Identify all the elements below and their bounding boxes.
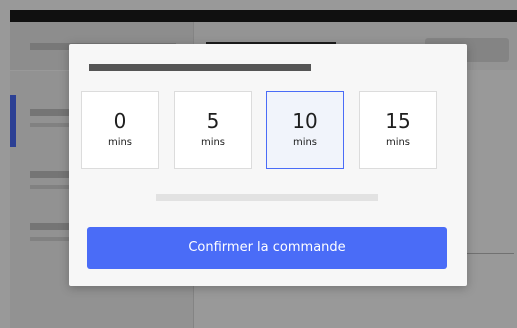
time-option-5[interactable]: 5 mins: [174, 91, 252, 169]
time-option-15[interactable]: 15 mins: [359, 91, 437, 169]
time-option-unit: mins: [200, 137, 226, 148]
modal-title-placeholder: [89, 64, 311, 71]
time-option-unit: mins: [385, 137, 411, 148]
time-option-value: 15: [385, 109, 411, 133]
time-options: 0 mins 5 mins 10 mins 15 mins: [81, 91, 439, 173]
modal-subtext-placeholder: [156, 194, 378, 201]
confirm-order-button[interactable]: Confirmer la commande: [87, 227, 447, 269]
time-option-0[interactable]: 0 mins: [81, 91, 159, 169]
time-option-value: 10: [292, 109, 318, 133]
time-selection-modal: 0 mins 5 mins 10 mins 15 mins Confirmer …: [69, 44, 467, 286]
time-option-10[interactable]: 10 mins: [266, 91, 344, 169]
time-option-value: 5: [206, 109, 220, 133]
time-option-unit: mins: [107, 137, 133, 148]
time-option-value: 0: [113, 109, 127, 133]
time-option-unit: mins: [292, 137, 318, 148]
screen: 0 mins 5 mins 10 mins 15 mins Confirmer …: [0, 0, 517, 328]
